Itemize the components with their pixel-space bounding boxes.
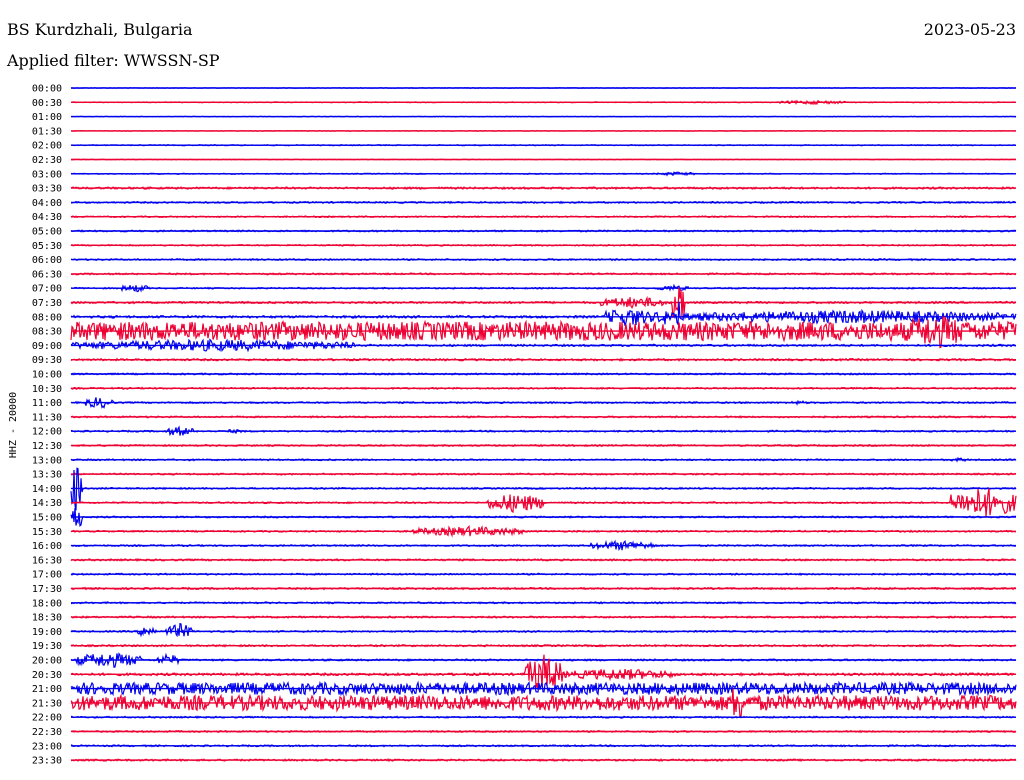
time-tick-label: 02:00 [32, 141, 62, 152]
time-tick-label: 17:30 [32, 584, 62, 595]
time-tick-label: 18:30 [32, 613, 62, 624]
time-tick-label: 14:30 [32, 498, 62, 509]
time-tick-label: 21:30 [32, 698, 62, 709]
time-tick-label: 15:00 [32, 513, 62, 524]
time-tick-label: 03:30 [32, 184, 62, 195]
trace-0800 [70, 301, 1017, 327]
time-tick-label: 20:00 [32, 656, 62, 667]
time-tick-label: 13:30 [32, 470, 62, 481]
time-tick-label: 08:30 [32, 327, 62, 338]
time-tick-label: 02:30 [32, 155, 62, 166]
helicorder-chart: BS Kurdzhali, Bulgaria 2023-05-23 Applie… [6, 20, 1017, 767]
time-tick-label: 00:00 [32, 84, 62, 95]
time-tick-label: 16:30 [32, 555, 62, 566]
time-tick-label: 06:30 [32, 269, 62, 280]
time-tick-label: 01:00 [32, 112, 62, 123]
time-tick-label: 07:00 [32, 284, 62, 295]
time-tick-label: 10:00 [32, 370, 62, 381]
time-tick-label: 15:30 [32, 527, 62, 538]
time-tick-label: 11:30 [32, 412, 62, 423]
time-tick-label: 12:00 [32, 427, 62, 438]
station-title: BS Kurdzhali, Bulgaria [7, 20, 193, 39]
time-tick-label: 12:30 [32, 441, 62, 452]
tick-label-group: 00:00 00:30 01:00 01:30 02:00 02:30 03:00 03:30… [32, 84, 62, 767]
time-tick-label: 19:30 [32, 641, 62, 652]
time-tick-label: 17:00 [32, 570, 62, 581]
time-tick-label: 01:30 [32, 126, 62, 137]
time-tick-label: 00:30 [32, 98, 62, 109]
time-tick-label: 03:00 [32, 169, 62, 180]
date-label: 2023-05-23 [924, 20, 1016, 39]
time-tick-label: 14:00 [32, 484, 62, 495]
time-tick-label: 04:30 [32, 212, 62, 223]
time-tick-label: 22:00 [32, 713, 62, 724]
time-tick-label: 09:00 [32, 341, 62, 352]
time-tick-label: 07:30 [32, 298, 62, 309]
time-tick-label: 10:30 [32, 384, 62, 395]
time-tick-label: 22:30 [32, 727, 62, 738]
trace-group [70, 87, 1017, 763]
time-tick-label: 19:00 [32, 627, 62, 638]
time-tick-label: 04:00 [32, 198, 62, 209]
time-tick-label: 05:00 [32, 227, 62, 238]
y-axis-label: HHZ - 20000 [8, 392, 19, 458]
time-tick-label: 16:00 [32, 541, 62, 552]
time-tick-label: 20:30 [32, 670, 62, 681]
trace-1900 [70, 622, 1017, 638]
time-tick-label: 23:00 [32, 741, 62, 752]
time-tick-label: 08:00 [32, 312, 62, 323]
time-tick-label: 18:00 [32, 598, 62, 609]
time-tick-label: 05:30 [32, 241, 62, 252]
filter-label: Applied filter: WWSSN-SP [6, 51, 220, 70]
time-tick-label: 23:30 [32, 756, 62, 767]
time-tick-label: 13:00 [32, 455, 62, 466]
time-tick-label: 09:30 [32, 355, 62, 366]
time-tick-label: 06:00 [32, 255, 62, 266]
time-tick-label: 21:00 [32, 684, 62, 695]
time-tick-label: 11:00 [32, 398, 62, 409]
